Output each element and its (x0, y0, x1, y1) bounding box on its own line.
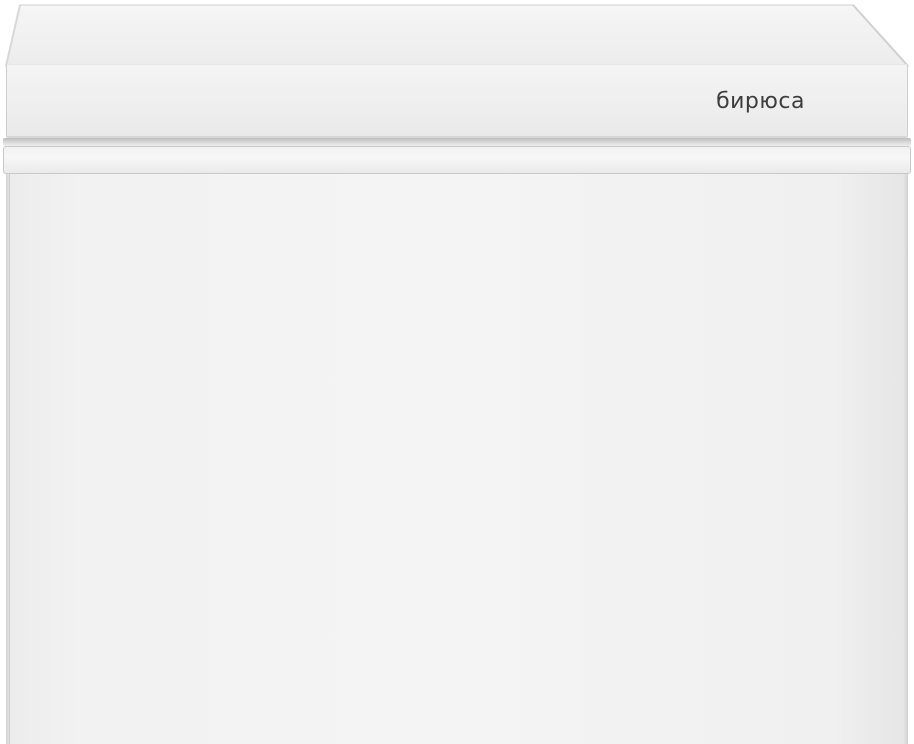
cabinet-right-edge (904, 174, 908, 744)
lid-seal-rim (3, 146, 911, 174)
chest-freezer: бирюса (0, 0, 914, 744)
cabinet-front-panel (9, 174, 905, 744)
lid-gap-shadow (3, 138, 911, 146)
brand-logo: бирюса (716, 89, 805, 114)
lid-top-surface (5, 4, 910, 67)
lid-front-panel[interactable]: бирюса (6, 64, 908, 138)
